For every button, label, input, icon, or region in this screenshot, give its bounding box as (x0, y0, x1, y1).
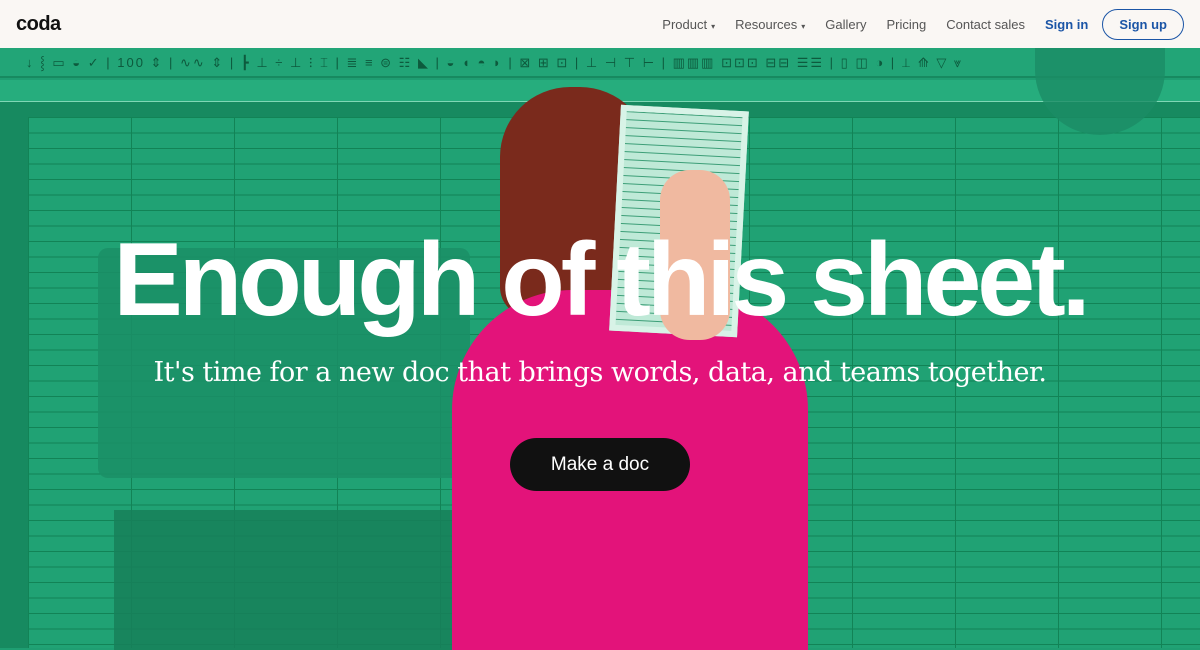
nav-product-label: Product (662, 16, 708, 32)
hero-subheadline: It's time for a new doc that brings word… (153, 357, 1047, 388)
nav-product[interactable]: Product ▾ (662, 17, 715, 32)
coda-logo[interactable]: coda (16, 13, 61, 36)
toolbar-icons: ↓ ⸾ ▭ ◒ ✓ | 100 ⇕ | ∿∿ ⇕ | ┣ ⊥ ÷ ⊥ ⁝ ⌶ |… (26, 55, 964, 70)
spreadsheet-toolbar-background: ↓ ⸾ ▭ ◒ ✓ | 100 ⇕ | ∿∿ ⇕ | ┣ ⊥ ÷ ⊥ ⁝ ⌶ |… (0, 48, 1200, 78)
nav-pricing[interactable]: Pricing (886, 17, 926, 32)
make-a-doc-button[interactable]: Make a doc (510, 438, 690, 491)
hero: Enough of this sheet. It's time for a ne… (0, 225, 1200, 491)
caret-down-icon: ▾ (801, 21, 806, 31)
nav-contact-sales[interactable]: Contact sales (946, 17, 1025, 32)
nav-gallery[interactable]: Gallery (825, 17, 866, 32)
nav-resources-label: Resources (735, 16, 798, 32)
hero-headline: Enough of this sheet. (113, 222, 1090, 338)
sign-in-link[interactable]: Sign in (1045, 17, 1088, 32)
nav-links: Product ▾ Resources ▾ Gallery Pricing Cont… (662, 8, 1184, 40)
nav-resources[interactable]: Resources ▾ (735, 17, 805, 32)
sign-up-button[interactable]: Sign up (1102, 8, 1184, 40)
top-nav: coda Product ▾ Resources ▾ Gallery Pricing… (0, 0, 1200, 48)
caret-down-icon: ▾ (711, 21, 716, 31)
